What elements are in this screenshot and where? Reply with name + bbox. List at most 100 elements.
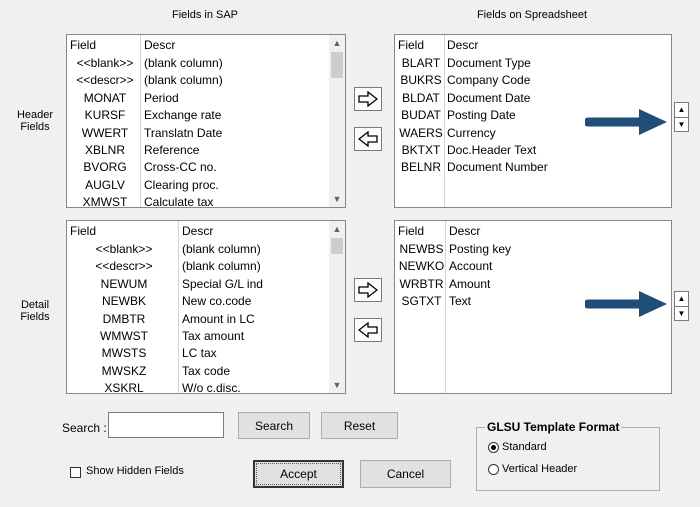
- reorder-spinner-detail[interactable]: ▲ ▼: [674, 291, 689, 321]
- field-code: NEWKO: [398, 259, 445, 274]
- cancel-button[interactable]: Cancel: [360, 460, 451, 488]
- scroll-thumb[interactable]: [331, 52, 343, 78]
- listbox-header: Field Descr: [395, 35, 671, 53]
- list-item[interactable]: <<blank>> (blank column): [67, 55, 345, 72]
- show-hidden-label: Show Hidden Fields: [86, 465, 184, 477]
- list-item[interactable]: XSKRL W/o c.disc.: [67, 380, 345, 394]
- field-code: WWERT: [81, 125, 129, 140]
- scroll-up-icon[interactable]: ▲: [329, 221, 345, 237]
- move-right-button-detail[interactable]: [354, 278, 382, 302]
- list-item[interactable]: XMWST Calculate tax: [67, 194, 345, 208]
- field-code: DMBTR: [102, 311, 146, 326]
- field-description: Posting key: [449, 242, 512, 256]
- header-sap-listbox[interactable]: Field Descr <<blank>> (blank column) <<des…: [66, 34, 346, 208]
- field-code: WRBTR: [399, 276, 444, 291]
- scroll-up-icon[interactable]: ▲: [329, 35, 345, 51]
- list-item[interactable]: DMBTR Amount in LC: [67, 311, 345, 328]
- field-code: BKTXT: [401, 142, 441, 157]
- list-item[interactable]: BUKRS Company Code: [395, 72, 671, 89]
- field-description: Posting Date: [447, 108, 516, 123]
- field-description: Tax amount: [182, 328, 245, 343]
- field-code: MWSTS: [101, 346, 147, 361]
- list-item[interactable]: <<descr>> (blank column): [67, 72, 345, 89]
- field-description: Account: [449, 259, 493, 274]
- col-descr-header: Descr: [144, 38, 176, 52]
- list-item[interactable]: BLART Document Type: [395, 55, 671, 72]
- right-arrow-outline-icon: [358, 91, 378, 107]
- list-item[interactable]: MWSTS LC tax: [67, 345, 345, 362]
- field-code: <<descr>>: [95, 259, 153, 274]
- scroll-down-icon[interactable]: ▼: [329, 377, 345, 393]
- move-right-button-header[interactable]: [354, 87, 382, 111]
- field-description: (blank column): [182, 242, 261, 256]
- listbox-header: Field Descr: [67, 35, 345, 53]
- list-item[interactable]: WMWST Tax amount: [67, 328, 345, 345]
- left-arrow-outline-icon: [358, 131, 378, 147]
- field-code: WAERS: [399, 125, 443, 140]
- accept-button[interactable]: Accept: [253, 460, 344, 488]
- field-code: NEWBK: [101, 294, 146, 309]
- header-fields-label: Header Fields: [16, 109, 54, 133]
- listbox-header: Field Descr: [395, 221, 671, 239]
- list-item[interactable]: KURSF Exchange rate: [67, 107, 345, 124]
- field-code: BVORG: [83, 160, 127, 175]
- list-item[interactable]: NEWUM Special G/L ind: [67, 276, 345, 293]
- list-item[interactable]: BKTXT Doc.Header Text: [395, 142, 671, 159]
- triangle-up-icon[interactable]: ▲: [675, 292, 688, 307]
- field-description: LC tax: [182, 346, 217, 361]
- field-code: XSKRL: [104, 381, 144, 394]
- field-description: Calculate tax: [144, 195, 214, 208]
- field-description: Document Type: [447, 56, 531, 70]
- search-input[interactable]: [108, 412, 224, 438]
- detail-sap-listbox[interactable]: Field Descr <<blank>> (blank column) <<des…: [66, 220, 346, 394]
- template-format-group: [476, 427, 660, 491]
- right-arrow-outline-icon: [358, 282, 378, 298]
- col-field-header: Field: [398, 224, 425, 238]
- vertical-header-radio-label: Vertical Header: [502, 463, 578, 475]
- scrollbar[interactable]: ▲ ▼: [329, 221, 345, 393]
- field-description: (blank column): [144, 56, 223, 70]
- search-button[interactable]: Search: [238, 412, 310, 439]
- list-item[interactable]: XBLNR Reference: [67, 142, 345, 159]
- sap-fields-title: Fields in SAP: [171, 9, 239, 21]
- col-descr-header: Descr: [182, 224, 214, 238]
- list-item[interactable]: NEWBS Posting key: [395, 241, 671, 258]
- reset-button[interactable]: Reset: [321, 412, 398, 439]
- list-item[interactable]: AUGLV Clearing proc.: [67, 177, 345, 194]
- triangle-down-icon[interactable]: ▼: [675, 118, 688, 132]
- list-item[interactable]: <<blank>> (blank column): [67, 241, 345, 258]
- template-format-title: GLSU Template Format: [485, 420, 622, 434]
- list-item[interactable]: BVORG Cross-CC no.: [67, 159, 345, 176]
- scroll-thumb[interactable]: [331, 238, 343, 254]
- triangle-down-icon[interactable]: ▼: [675, 307, 688, 321]
- reorder-spinner-header[interactable]: ▲ ▼: [674, 102, 689, 132]
- scrollbar[interactable]: ▲ ▼: [329, 35, 345, 207]
- field-code: <<descr>>: [76, 73, 134, 88]
- field-code: NEWUM: [100, 276, 148, 291]
- detail-fields-label: Detail Fields: [20, 299, 50, 323]
- list-item[interactable]: NEWKO Account: [395, 258, 671, 275]
- list-item[interactable]: NEWBK New co.code: [67, 293, 345, 310]
- field-description: Period: [144, 90, 179, 105]
- field-code: SGTXT: [401, 294, 442, 309]
- scroll-down-icon[interactable]: ▼: [329, 191, 345, 207]
- field-code: KURSF: [84, 108, 126, 123]
- left-arrow-outline-icon: [358, 322, 378, 338]
- move-left-button-header[interactable]: [354, 127, 382, 151]
- move-left-button-detail[interactable]: [354, 318, 382, 342]
- list-item[interactable]: MONAT Period: [67, 90, 345, 107]
- list-item[interactable]: BLDAT Document Date: [395, 90, 671, 107]
- field-description: Exchange rate: [144, 108, 222, 123]
- vertical-header-radio[interactable]: [488, 464, 499, 475]
- col-descr-header: Descr: [449, 224, 481, 238]
- field-description: Doc.Header Text: [447, 142, 537, 157]
- show-hidden-checkbox[interactable]: [70, 467, 81, 478]
- list-item[interactable]: WWERT Translatn Date: [67, 125, 345, 142]
- header-sap-rows: <<blank>> (blank column) <<descr>> (blank c…: [67, 55, 345, 208]
- standard-radio[interactable]: [488, 442, 499, 453]
- field-code: NEWBS: [399, 242, 444, 256]
- list-item[interactable]: MWSKZ Tax code: [67, 363, 345, 380]
- list-item[interactable]: <<descr>> (blank column): [67, 258, 345, 275]
- list-item[interactable]: BELNR Document Number: [395, 159, 671, 176]
- triangle-up-icon[interactable]: ▲: [675, 103, 688, 118]
